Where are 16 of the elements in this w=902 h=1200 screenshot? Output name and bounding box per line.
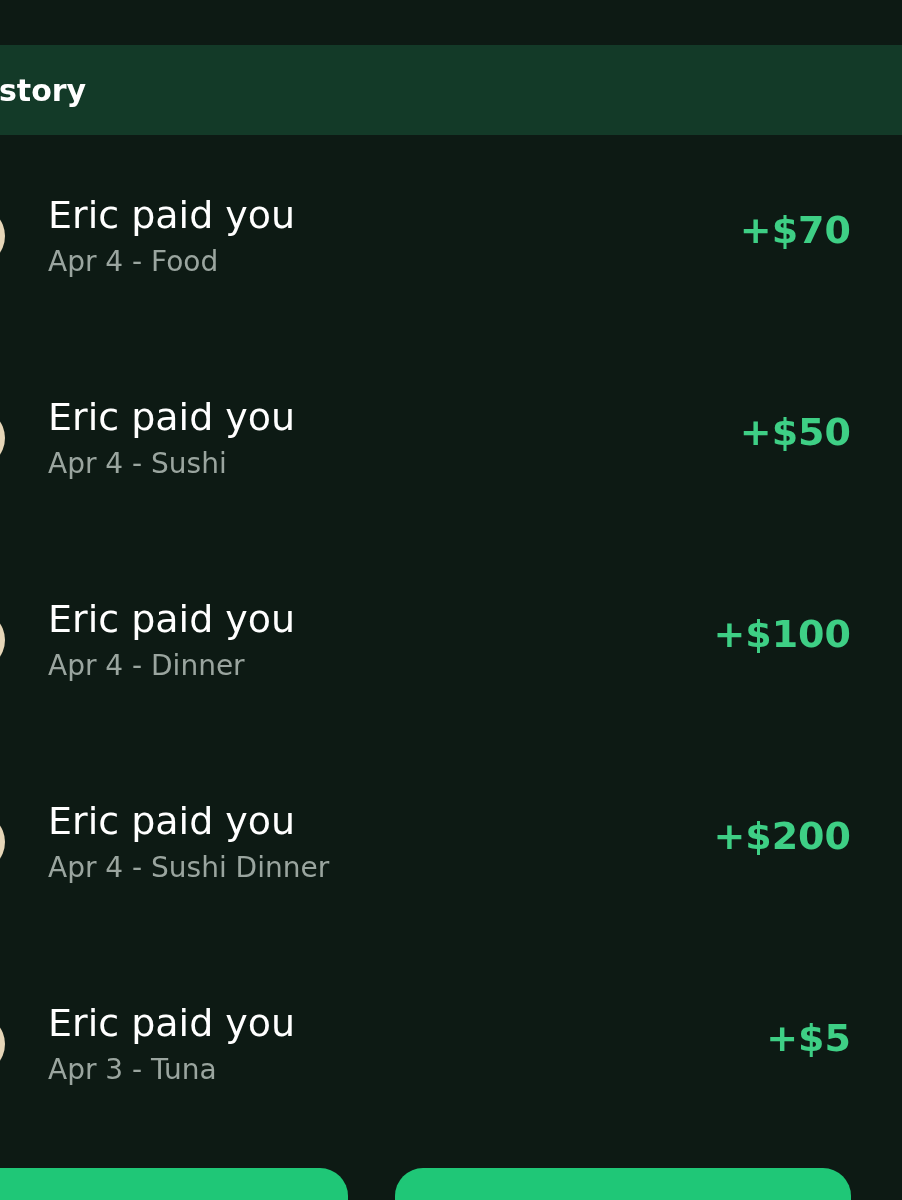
transaction-title: Eric paid you: [48, 1000, 297, 1046]
transaction-detail: Apr 4 - Dinner: [48, 648, 246, 684]
transaction-amount: +$50: [739, 410, 851, 454]
transaction-detail: Apr 4 - Sushi: [48, 446, 228, 482]
transaction-detail: Apr 4 - Sushi Dinner: [48, 850, 331, 886]
transaction-title: Eric paid you: [48, 394, 297, 440]
transaction-title: Eric paid you: [48, 192, 297, 238]
section-title: story: [0, 72, 87, 108]
transaction-detail: Apr 3 - Tuna: [48, 1052, 218, 1088]
transaction-amount: +$100: [713, 612, 851, 656]
transaction-amount: +$200: [713, 814, 851, 858]
transaction-amount: +$70: [739, 208, 851, 252]
transaction-title: Eric paid you: [48, 596, 297, 642]
transaction-amount: +$5: [766, 1016, 851, 1060]
transaction-detail: Apr 4 - Food: [48, 244, 220, 280]
transaction-title: Eric paid you: [48, 798, 297, 844]
